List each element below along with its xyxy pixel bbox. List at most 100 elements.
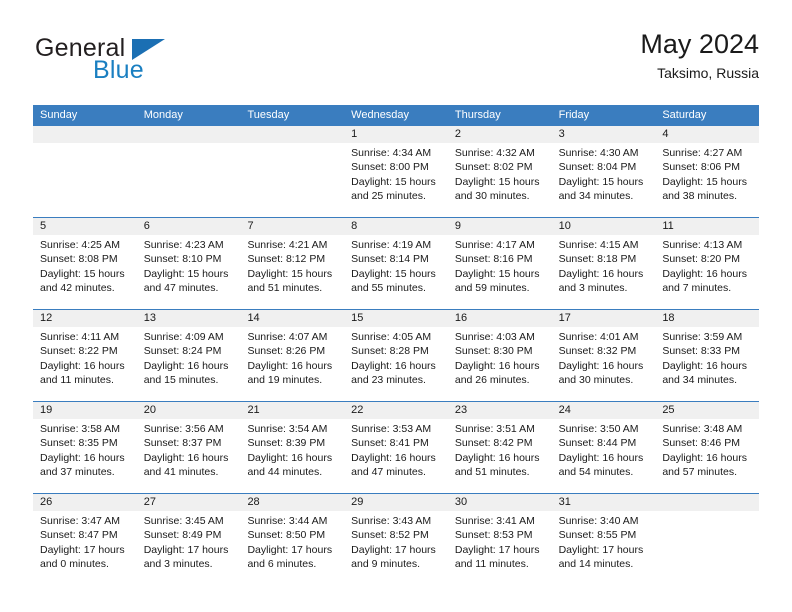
daylight-line-cont: and 25 minutes. [351, 190, 426, 203]
day-cell[interactable]: Sunrise: 4:27 AM Sunset: 8:06 PM Dayligh… [655, 143, 759, 217]
day-cell[interactable]: Sunrise: 3:47 AM Sunset: 8:47 PM Dayligh… [33, 511, 137, 585]
day-cell[interactable]: Sunrise: 4:11 AM Sunset: 8:22 PM Dayligh… [33, 327, 137, 401]
day-cell[interactable] [137, 143, 241, 217]
day-cell[interactable]: Sunrise: 4:17 AM Sunset: 8:16 PM Dayligh… [448, 235, 552, 309]
day-cell[interactable]: Sunrise: 4:23 AM Sunset: 8:10 PM Dayligh… [137, 235, 241, 309]
sunset-line: Sunset: 8:37 PM [143, 437, 222, 450]
sunset-line: Sunset: 8:02 PM [454, 161, 533, 174]
day-number[interactable]: 10 [552, 218, 656, 235]
sunset-line: Sunset: 8:44 PM [558, 437, 637, 450]
weekday-header-row: Sunday Monday Tuesday Wednesday Thursday… [33, 105, 759, 125]
day-number[interactable]: 28 [240, 494, 344, 511]
day-number[interactable]: 20 [137, 402, 241, 419]
day-number[interactable]: 18 [655, 310, 759, 327]
day-cell[interactable]: Sunrise: 3:56 AM Sunset: 8:37 PM Dayligh… [137, 419, 241, 493]
daylight-line: Daylight: 15 hours [351, 267, 436, 280]
day-cell[interactable]: Sunrise: 4:01 AM Sunset: 8:32 PM Dayligh… [552, 327, 656, 401]
day-cell[interactable]: Sunrise: 3:50 AM Sunset: 8:44 PM Dayligh… [552, 419, 656, 493]
day-cell[interactable] [240, 143, 344, 217]
day-number[interactable]: 26 [33, 494, 137, 511]
day-cell[interactable]: Sunrise: 3:59 AM Sunset: 8:33 PM Dayligh… [655, 327, 759, 401]
day-number[interactable]: 9 [448, 218, 552, 235]
day-cell[interactable]: Sunrise: 4:32 AM Sunset: 8:02 PM Dayligh… [448, 143, 552, 217]
day-cell[interactable]: Sunrise: 3:53 AM Sunset: 8:41 PM Dayligh… [344, 419, 448, 493]
sunset-line: Sunset: 8:16 PM [454, 253, 533, 266]
daylight-line: Daylight: 17 hours [558, 543, 644, 556]
day-cell[interactable]: Sunrise: 4:34 AM Sunset: 8:00 PM Dayligh… [344, 143, 448, 217]
day-number[interactable] [137, 126, 241, 143]
day-number[interactable]: 7 [240, 218, 344, 235]
day-cell[interactable]: Sunrise: 4:30 AM Sunset: 8:04 PM Dayligh… [552, 143, 656, 217]
day-cell[interactable]: Sunrise: 3:54 AM Sunset: 8:39 PM Dayligh… [240, 419, 344, 493]
day-cell[interactable]: Sunrise: 3:40 AM Sunset: 8:55 PM Dayligh… [552, 511, 656, 585]
day-number[interactable] [33, 126, 137, 143]
day-cell[interactable] [33, 143, 137, 217]
day-number[interactable]: 2 [448, 126, 552, 143]
day-number[interactable]: 3 [552, 126, 656, 143]
day-cell[interactable]: Sunrise: 4:07 AM Sunset: 8:26 PM Dayligh… [240, 327, 344, 401]
day-number[interactable]: 11 [655, 218, 759, 235]
sunrise-line: Sunrise: 4:23 AM [143, 239, 224, 251]
daylight-line: Daylight: 15 hours [454, 175, 540, 188]
daylight-line: Daylight: 16 hours [143, 451, 229, 464]
day-number[interactable]: 12 [33, 310, 137, 327]
weekday-header-thursday: Thursday [454, 109, 501, 121]
day-number[interactable]: 16 [448, 310, 552, 327]
day-cell[interactable]: Sunrise: 4:03 AM Sunset: 8:30 PM Dayligh… [448, 327, 552, 401]
day-number[interactable]: 30 [448, 494, 552, 511]
day-cell[interactable]: Sunrise: 4:09 AM Sunset: 8:24 PM Dayligh… [137, 327, 241, 401]
day-cell[interactable]: Sunrise: 3:41 AM Sunset: 8:53 PM Dayligh… [448, 511, 552, 585]
week-date-numbers: 5 6 7 8 9 10 11 [33, 218, 759, 235]
general-blue-logo[interactable]: General Blue [33, 34, 263, 90]
day-number[interactable]: 21 [240, 402, 344, 419]
day-number[interactable]: 4 [655, 126, 759, 143]
calendar-week-row: 1 2 3 4 Sunrise: 4:34 AM Sunset: 8:00 PM… [33, 125, 759, 217]
day-cell[interactable]: Sunrise: 3:48 AM Sunset: 8:46 PM Dayligh… [655, 419, 759, 493]
day-number[interactable]: 24 [552, 402, 656, 419]
daylight-line: Daylight: 17 hours [351, 543, 436, 556]
day-cell[interactable]: Sunrise: 4:13 AM Sunset: 8:20 PM Dayligh… [655, 235, 759, 309]
sunrise-line: Sunrise: 4:09 AM [143, 331, 224, 343]
day-cell[interactable]: Sunrise: 4:25 AM Sunset: 8:08 PM Dayligh… [33, 235, 137, 309]
day-number[interactable]: 23 [448, 402, 552, 419]
day-cell[interactable]: Sunrise: 4:05 AM Sunset: 8:28 PM Dayligh… [344, 327, 448, 401]
day-number[interactable]: 6 [137, 218, 241, 235]
day-number[interactable]: 27 [137, 494, 241, 511]
day-number[interactable]: 22 [344, 402, 448, 419]
day-cell[interactable]: Sunrise: 3:44 AM Sunset: 8:50 PM Dayligh… [240, 511, 344, 585]
day-number[interactable]: 29 [344, 494, 448, 511]
day-number[interactable]: 5 [33, 218, 137, 235]
day-number[interactable]: 13 [137, 310, 241, 327]
day-number[interactable]: 15 [344, 310, 448, 327]
day-number[interactable]: 17 [552, 310, 656, 327]
sunset-line: Sunset: 8:41 PM [351, 437, 429, 450]
daylight-line: Daylight: 16 hours [143, 359, 229, 372]
calendar-week-row: 12 13 14 15 16 17 18 Sunrise: 4:11 AM Su… [33, 309, 759, 401]
daylight-line-cont: and 11 minutes. [454, 558, 529, 571]
day-number[interactable]: 25 [655, 402, 759, 419]
day-number[interactable]: 31 [552, 494, 656, 511]
day-cell[interactable] [655, 511, 759, 585]
daylight-line: Daylight: 17 hours [143, 543, 229, 556]
day-cell[interactable]: Sunrise: 4:19 AM Sunset: 8:14 PM Dayligh… [344, 235, 448, 309]
sunrise-line: Sunrise: 3:47 AM [40, 515, 120, 527]
day-cell[interactable]: Sunrise: 4:15 AM Sunset: 8:18 PM Dayligh… [552, 235, 656, 309]
day-cell[interactable]: Sunrise: 4:21 AM Sunset: 8:12 PM Dayligh… [240, 235, 344, 309]
day-number[interactable] [655, 494, 759, 511]
day-cell[interactable]: Sunrise: 3:45 AM Sunset: 8:49 PM Dayligh… [137, 511, 241, 585]
sunset-line: Sunset: 8:55 PM [558, 529, 637, 542]
week-date-numbers: 12 13 14 15 16 17 18 [33, 310, 759, 327]
day-number[interactable]: 1 [344, 126, 448, 143]
day-number[interactable]: 8 [344, 218, 448, 235]
daylight-line: Daylight: 16 hours [558, 267, 644, 280]
day-number[interactable]: 14 [240, 310, 344, 327]
day-cell[interactable]: Sunrise: 3:51 AM Sunset: 8:42 PM Dayligh… [448, 419, 552, 493]
day-cell[interactable]: Sunrise: 3:58 AM Sunset: 8:35 PM Dayligh… [33, 419, 137, 493]
day-number[interactable] [240, 126, 344, 143]
daylight-line: Daylight: 15 hours [40, 267, 125, 280]
day-cell[interactable]: Sunrise: 3:43 AM Sunset: 8:52 PM Dayligh… [344, 511, 448, 585]
sunset-line: Sunset: 8:04 PM [558, 161, 637, 174]
weekday-header-saturday: Saturday [662, 109, 707, 121]
day-number[interactable]: 19 [33, 402, 137, 419]
weekday-header-monday: Monday [143, 109, 183, 121]
